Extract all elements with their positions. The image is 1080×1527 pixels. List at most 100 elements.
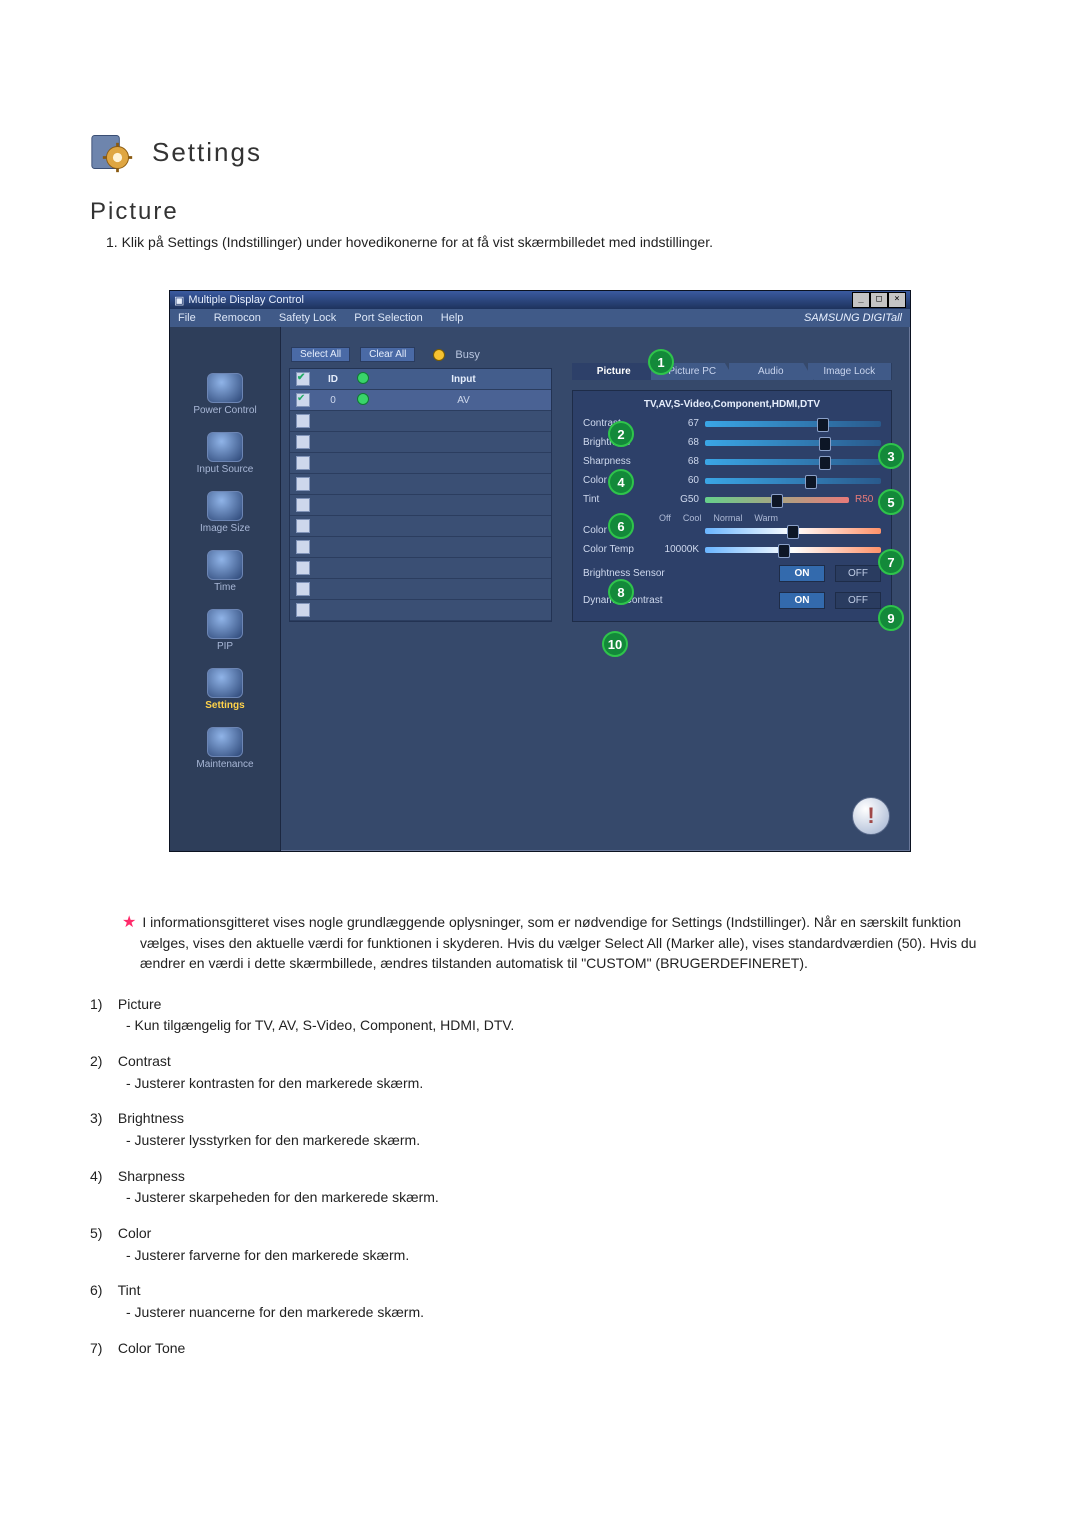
sidebar-item-pip[interactable]: PIP: [170, 603, 280, 658]
settings-header: Settings: [90, 130, 990, 174]
sharpness-row: Sharpness 68: [583, 456, 881, 467]
def-name: Picture: [118, 996, 162, 1012]
ctone-warm: Warm: [754, 513, 778, 523]
header-checkbox[interactable]: [296, 372, 310, 386]
menu-port-selection[interactable]: Port Selection: [354, 312, 422, 324]
sidebar-item-maintenance[interactable]: Maintenance: [170, 721, 280, 776]
grid-row-empty: [290, 516, 551, 537]
color-slider[interactable]: [705, 478, 881, 484]
tab-picture[interactable]: Picture: [572, 363, 657, 380]
brightness-sensor-off[interactable]: OFF: [835, 565, 881, 582]
slider-knob[interactable]: [771, 494, 783, 508]
def-num: 6): [90, 1280, 114, 1302]
def-desc: - Kun tilgængelig for TV, AV, S-Video, C…: [126, 1015, 990, 1037]
contrast-slider[interactable]: [705, 421, 881, 427]
callout-7: 7: [878, 549, 904, 575]
sidebar-item-image-size[interactable]: Image Size: [170, 485, 280, 540]
dynamic-contrast-off[interactable]: OFF: [835, 592, 881, 609]
warning-icon: !: [852, 797, 890, 835]
dynamic-contrast-on[interactable]: ON: [779, 592, 825, 609]
menu-help[interactable]: Help: [441, 312, 464, 324]
slider-knob[interactable]: [805, 475, 817, 489]
def-name: Brightness: [118, 1110, 184, 1126]
row-status-icon: [357, 393, 369, 405]
row-checkbox[interactable]: [296, 582, 310, 596]
busy-indicator-icon: [433, 349, 445, 361]
def-num: 5): [90, 1223, 114, 1245]
definition-item: 3) Brightness - Justerer lysstyrken for …: [90, 1108, 990, 1151]
definitions-list: 1) Picture - Kun tilgængelig for TV, AV,…: [90, 994, 990, 1360]
def-desc: - Justerer nuancerne for den markerede s…: [126, 1302, 990, 1324]
menu-remocon[interactable]: Remocon: [214, 312, 261, 324]
slider-knob[interactable]: [819, 437, 831, 451]
row-checkbox[interactable]: [296, 519, 310, 533]
callout-4: 4: [608, 469, 634, 495]
color-temp-value: 10000K: [659, 544, 699, 555]
def-name: Color Tone: [118, 1340, 185, 1356]
menubar: File Remocon Safety Lock Port Selection …: [170, 309, 910, 327]
select-all-button[interactable]: Select All: [291, 347, 350, 362]
tab-image-lock[interactable]: Image Lock: [808, 363, 893, 380]
definition-item: 7) Color Tone: [90, 1338, 990, 1360]
ctone-off: Off: [659, 513, 671, 523]
tint-value-g: G50: [659, 494, 699, 505]
window-title: Multiple Display Control: [188, 294, 304, 306]
row-checkbox[interactable]: [296, 603, 310, 617]
slider-knob[interactable]: [819, 456, 831, 470]
slider-knob[interactable]: [778, 544, 790, 558]
grid-row-empty: [290, 432, 551, 453]
row-checkbox[interactable]: [296, 414, 310, 428]
definition-item: 1) Picture - Kun tilgængelig for TV, AV,…: [90, 994, 990, 1037]
sidebar-label: Power Control: [193, 405, 256, 416]
def-num: 7): [90, 1338, 114, 1360]
grid-row-empty: [290, 411, 551, 432]
brightness-slider[interactable]: [705, 440, 881, 446]
sidebar-item-input-source[interactable]: Input Source: [170, 426, 280, 481]
def-name: Color: [118, 1225, 151, 1241]
definition-item: 4) Sharpness - Justerer skarpeheden for …: [90, 1166, 990, 1209]
color-temp-slider[interactable]: [705, 547, 881, 553]
brightness-sensor-on[interactable]: ON: [779, 565, 825, 582]
tint-slider[interactable]: [705, 497, 849, 503]
window-maximize-button[interactable]: □: [870, 292, 888, 308]
grid-row-empty: [290, 495, 551, 516]
brightness-sensor-label: Brightness Sensor: [583, 568, 769, 579]
color-value: 60: [659, 475, 699, 486]
maintenance-icon: [207, 727, 243, 757]
def-num: 4): [90, 1166, 114, 1188]
tab-audio[interactable]: Audio: [729, 363, 814, 380]
sidebar-item-power-control[interactable]: Power Control: [170, 367, 280, 422]
row-input: AV: [376, 395, 551, 406]
slider-knob[interactable]: [817, 418, 829, 432]
sidebar-label: PIP: [217, 641, 233, 652]
info-paragraph: ★I informationsgitteret vises nogle grun…: [122, 912, 990, 974]
color-tone-slider[interactable]: [705, 528, 881, 534]
callout-8: 8: [608, 579, 634, 605]
row-checkbox[interactable]: [296, 561, 310, 575]
color-tone-options: Off Cool Normal Warm: [659, 513, 881, 523]
def-desc: - Justerer lysstyrken for den markerede …: [126, 1130, 990, 1152]
window-minimize-button[interactable]: _: [852, 292, 870, 308]
sidebar-item-settings[interactable]: Settings: [170, 662, 280, 717]
row-checkbox[interactable]: [296, 456, 310, 470]
row-checkbox[interactable]: [296, 540, 310, 554]
intro-line: 1. Klik på Settings (Indstillinger) unde…: [106, 234, 990, 250]
row-checkbox[interactable]: [296, 393, 310, 407]
menu-safety-lock[interactable]: Safety Lock: [279, 312, 336, 324]
settings-title: Settings: [152, 137, 262, 168]
slider-knob[interactable]: [787, 525, 799, 539]
info-text: I informationsgitteret vises nogle grund…: [140, 914, 976, 971]
row-checkbox[interactable]: [296, 498, 310, 512]
callout-10: 10: [602, 631, 628, 657]
power-icon: [207, 373, 243, 403]
row-checkbox[interactable]: [296, 435, 310, 449]
grid-row[interactable]: 0 AV: [290, 390, 551, 411]
window-close-button[interactable]: ×: [888, 292, 906, 308]
grid-row-empty: [290, 474, 551, 495]
sidebar-item-time[interactable]: Time: [170, 544, 280, 599]
clear-all-button[interactable]: Clear All: [360, 347, 415, 362]
menu-file[interactable]: File: [178, 312, 196, 324]
row-checkbox[interactable]: [296, 477, 310, 491]
sharpness-slider[interactable]: [705, 459, 881, 465]
definition-item: 6) Tint - Justerer nuancerne for den mar…: [90, 1280, 990, 1323]
